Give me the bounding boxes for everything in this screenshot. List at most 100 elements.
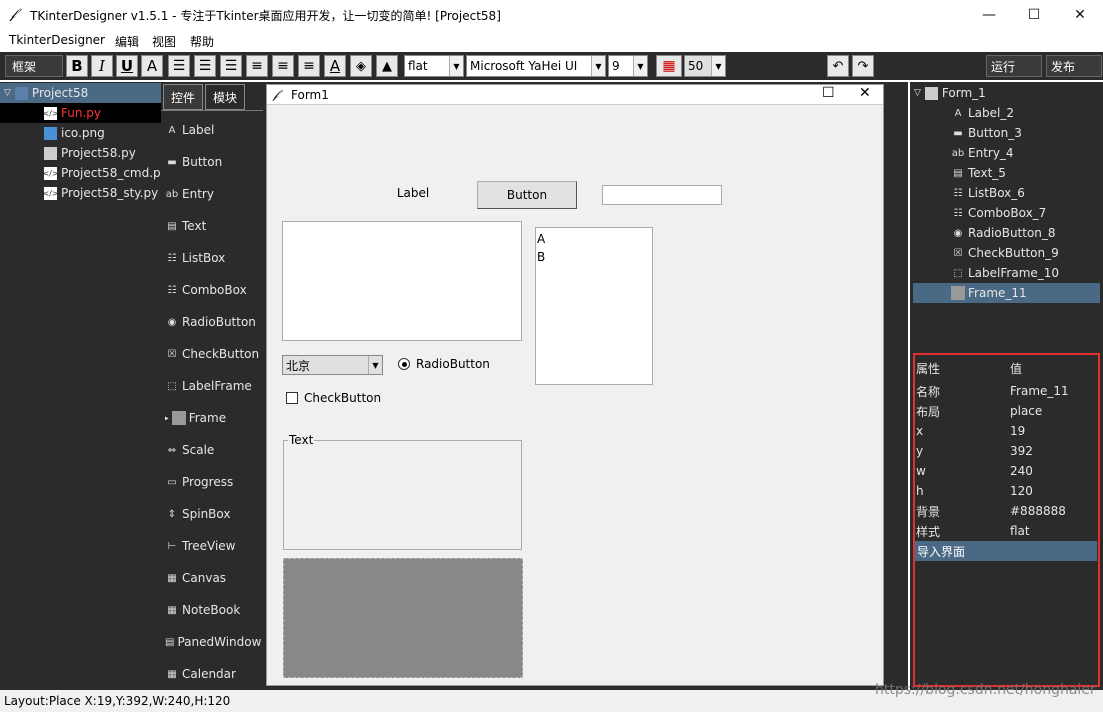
tool-notebook[interactable]: ▦ NoteBook <box>165 599 261 621</box>
menu-tkinterdesigner[interactable]: TkinterDesigner <box>9 33 105 47</box>
form-maximize-button[interactable]: ☐ <box>822 85 835 101</box>
prop-row[interactable]: x 19 <box>916 421 1025 441</box>
tool-progress[interactable]: ▭ Progress <box>165 471 261 493</box>
align-top-icon[interactable]: ≡ <box>246 55 268 77</box>
prop-value[interactable]: #888888 <box>1010 504 1066 518</box>
menu-edit[interactable]: 编辑 <box>115 33 139 50</box>
prop-row[interactable]: w 240 <box>916 461 1033 481</box>
tool-panedwindow[interactable]: ▤ PanedWindow <box>165 631 261 653</box>
prop-row[interactable]: 背景 #888888 <box>916 501 1066 521</box>
file-item[interactable]: Project58.py <box>0 143 136 163</box>
listbox-item[interactable]: A <box>537 230 652 248</box>
tool-radiobutton[interactable]: ◉ RadioButton <box>165 311 261 333</box>
tool-treeview[interactable]: ⊢ TreeView <box>165 535 261 557</box>
tool-canvas[interactable]: ▦ Canvas <box>165 567 261 589</box>
prop-value[interactable]: Frame_11 <box>1010 384 1069 398</box>
tool-scale[interactable]: ⇔ Scale <box>165 439 261 461</box>
tree-item[interactable]: ▤ Text_5 <box>913 163 1100 183</box>
collapse-icon[interactable]: ▽ <box>4 88 11 98</box>
tool-calendar[interactable]: ▦ Calendar <box>165 663 261 685</box>
minimize-button[interactable]: — <box>966 0 1012 30</box>
form-entry[interactable] <box>602 185 722 205</box>
form-close-button[interactable]: ✕ <box>859 85 871 101</box>
tree-root[interactable]: ▽ Form_1 <box>914 83 986 103</box>
tool-combobox[interactable]: ☷ ComboBox <box>165 279 261 301</box>
tree-item[interactable]: ☒ CheckButton_9 <box>913 243 1100 263</box>
grid-size-select[interactable]: 50 ▼ <box>684 55 726 77</box>
align-left-icon[interactable]: ☰ <box>168 55 190 77</box>
prop-row[interactable]: 样式 flat <box>916 521 1030 541</box>
align-center-icon[interactable]: ☰ <box>194 55 216 77</box>
tool-button[interactable]: ▬ Button <box>165 151 261 173</box>
tab-widgets[interactable]: 控件 <box>163 84 203 110</box>
bold-button[interactable]: B <box>66 55 88 77</box>
tree-item[interactable]: A Label_2 <box>913 103 1100 123</box>
undo-icon[interactable]: ↶ <box>827 55 849 77</box>
project-root[interactable]: ▽ Project58 <box>0 83 161 103</box>
image-icon[interactable]: ▲ <box>376 55 398 77</box>
file-item[interactable]: </> Project58_cmd.py <box>0 163 167 183</box>
file-item[interactable]: ico.png <box>0 123 105 143</box>
listbox-item[interactable]: B <box>537 248 652 266</box>
frame-combo[interactable]: 框架 <box>5 55 63 77</box>
form-listbox[interactable]: A B <box>535 227 653 385</box>
font-family-select[interactable]: Microsoft YaHei UI ▼ <box>466 55 606 77</box>
align-bottom-icon[interactable]: ≡ <box>298 55 320 77</box>
prop-value[interactable]: 120 <box>1010 484 1033 498</box>
prop-value[interactable]: 19 <box>1010 424 1025 438</box>
run-button[interactable]: 运行 <box>986 55 1042 77</box>
tool-labelframe[interactable]: ⬚ LabelFrame <box>165 375 261 397</box>
align-middle-icon[interactable]: ≡ <box>272 55 294 77</box>
tool-frame[interactable]: ▶■Frame <box>165 407 261 429</box>
file-item[interactable]: </> Fun.py <box>0 103 161 123</box>
form-text[interactable] <box>282 221 522 341</box>
form-window[interactable]: 𝒻 Form1 ☐ ✕ Label Button A B 北京 ▼ RadioB… <box>266 84 884 686</box>
prop-row[interactable]: 布局 place <box>916 401 1042 421</box>
tool-listbox[interactable]: ☷ ListBox <box>165 247 261 269</box>
form-button[interactable]: Button <box>477 181 577 209</box>
align-right-icon[interactable]: ☰ <box>220 55 242 77</box>
fill-color-icon[interactable]: ◈ <box>350 55 372 77</box>
form-combobox[interactable]: 北京 ▼ <box>282 355 383 375</box>
relief-select[interactable]: flat ▼ <box>404 55 464 77</box>
prop-value[interactable]: 392 <box>1010 444 1033 458</box>
tree-item[interactable]: ⬚ LabelFrame_10 <box>913 263 1100 283</box>
menu-view[interactable]: 视图 <box>152 33 176 50</box>
prop-value[interactable]: place <box>1010 404 1042 418</box>
font-size-select[interactable]: 9 ▼ <box>608 55 648 77</box>
form-labelframe[interactable]: Text <box>283 433 522 550</box>
grid-icon[interactable]: ▦ <box>656 55 682 77</box>
tool-spinbox[interactable]: ⇕ SpinBox <box>165 503 261 525</box>
collapse-icon[interactable]: ▽ <box>914 88 921 98</box>
tool-checkbutton[interactable]: ☒ CheckButton <box>165 343 261 365</box>
menu-help[interactable]: 帮助 <box>190 33 214 50</box>
tree-item[interactable]: ■ Frame_11 <box>913 283 1100 303</box>
tree-item[interactable]: ☷ ComboBox_7 <box>913 203 1100 223</box>
maximize-button[interactable]: ☐ <box>1011 0 1057 30</box>
close-button[interactable]: ✕ <box>1057 0 1103 30</box>
form-label[interactable]: Label <box>361 181 465 205</box>
file-item[interactable]: </> Project58_sty.py <box>0 183 158 203</box>
publish-button[interactable]: 发布 <box>1046 55 1102 77</box>
tool-text[interactable]: ▤ Text <box>165 215 261 237</box>
form-checkbutton[interactable]: CheckButton <box>286 389 381 407</box>
tree-item[interactable]: ☷ ListBox_6 <box>913 183 1100 203</box>
tree-item[interactable]: ▬ Button_3 <box>913 123 1100 143</box>
prop-value[interactable]: flat <box>1010 524 1030 538</box>
tree-item[interactable]: ab Entry_4 <box>913 143 1100 163</box>
tool-entry[interactable]: ab Entry <box>165 183 261 205</box>
tree-item[interactable]: ◉ RadioButton_8 <box>913 223 1100 243</box>
tool-label[interactable]: A Label <box>165 119 261 141</box>
import-ui-row[interactable]: 导入界面 <box>915 541 1097 561</box>
prop-row[interactable]: h 120 <box>916 481 1033 501</box>
prop-row[interactable]: 名称 Frame_11 <box>916 381 1069 401</box>
font-color-button[interactable]: A <box>141 55 163 77</box>
underline-button[interactable]: U <box>116 55 138 77</box>
redo-icon[interactable]: ↷ <box>852 55 874 77</box>
italic-button[interactable]: I <box>91 55 113 77</box>
form-radiobutton[interactable]: RadioButton <box>398 355 490 373</box>
prop-value[interactable]: 240 <box>1010 464 1033 478</box>
tab-modules[interactable]: 模块 <box>205 84 245 110</box>
form-frame[interactable] <box>283 558 523 678</box>
text-color-icon[interactable]: A <box>324 55 346 77</box>
